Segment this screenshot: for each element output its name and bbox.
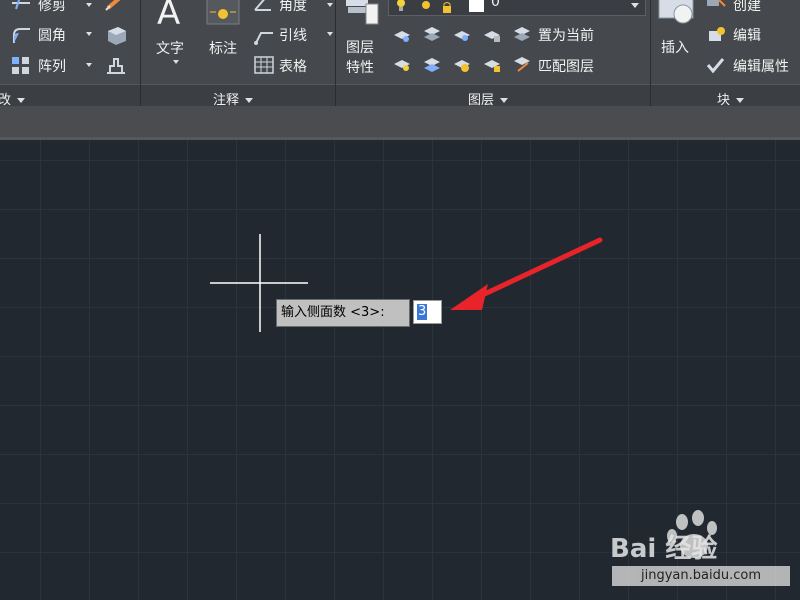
- sides-count-input[interactable]: 3: [413, 300, 442, 324]
- layer-properties-icon[interactable]: [344, 0, 380, 30]
- layer-off-icon[interactable]: [392, 27, 412, 47]
- block-panel-footer[interactable]: 块: [651, 84, 800, 108]
- fillet-label[interactable]: 圆角: [38, 25, 66, 45]
- pencil-icon[interactable]: [104, 0, 128, 16]
- annotation-arrow: [450, 237, 603, 310]
- block-panel: 插入 创建 编辑 编辑属性 块: [651, 0, 800, 108]
- watermark-brand: Bai 经验: [610, 534, 718, 564]
- layers-panel-footer[interactable]: 图层: [336, 84, 650, 108]
- watermark-url: jingyan.baidu.com: [612, 566, 790, 586]
- set-current-label[interactable]: 置为当前: [538, 25, 594, 45]
- table-icon[interactable]: [253, 55, 275, 79]
- set-current-icon[interactable]: [512, 25, 532, 47]
- trim-label[interactable]: 修剪: [38, 0, 66, 15]
- insert-label[interactable]: 插入: [661, 37, 689, 57]
- layer-current-value: 0: [491, 0, 500, 10]
- dimension-button-label[interactable]: 标注: [209, 38, 237, 58]
- svg-text:A: A: [157, 0, 180, 30]
- layer-unlock-icon[interactable]: [482, 56, 502, 78]
- create-block-icon[interactable]: [705, 0, 727, 14]
- insert-block-icon[interactable]: [657, 0, 697, 30]
- offset-icon[interactable]: [104, 54, 128, 80]
- match-layer-label[interactable]: 匹配图层: [538, 56, 594, 76]
- modify-panel-footer[interactable]: 改: [0, 84, 140, 108]
- layer-isolate-icon[interactable]: [422, 25, 442, 47]
- modify-panel: 修剪 圆角 阵列 改: [0, 0, 140, 108]
- match-layer-icon[interactable]: [512, 55, 532, 77]
- text-dropdown-icon[interactable]: [173, 60, 179, 64]
- edit-label[interactable]: 编辑: [733, 25, 761, 45]
- edit-block-icon[interactable]: [705, 25, 727, 47]
- angle-label[interactable]: 角度: [279, 0, 307, 15]
- layer-dropdown-caret: [631, 3, 639, 8]
- layer-properties-label-2[interactable]: 特性: [346, 57, 374, 77]
- table-label[interactable]: 表格: [279, 56, 307, 76]
- array-label[interactable]: 阵列: [38, 56, 66, 76]
- text-icon[interactable]: A: [155, 0, 189, 34]
- array-icon[interactable]: [10, 55, 32, 79]
- trim-icon[interactable]: [10, 0, 32, 15]
- leader-icon[interactable]: [253, 25, 275, 49]
- annotation-panel: A 文字 标注 角度 引线 表格 注释: [141, 0, 335, 108]
- file-tab-bar: [0, 106, 800, 140]
- sides-count-value: 3: [417, 304, 428, 320]
- layer-properties-label-1[interactable]: 图层: [346, 37, 374, 57]
- layer-thaw-icon[interactable]: [452, 56, 472, 78]
- layer-on-icon[interactable]: [392, 56, 412, 78]
- layer-unisolate-icon[interactable]: [422, 56, 442, 78]
- leader-dropdown-icon[interactable]: [327, 32, 333, 36]
- layers-panel: 图层 特性 0 置为当前 匹配图层 图层: [336, 0, 650, 108]
- angle-dropdown-icon[interactable]: [327, 3, 333, 7]
- solid-box-icon[interactable]: [104, 23, 128, 49]
- annotation-panel-footer[interactable]: 注释: [141, 84, 335, 108]
- dimension-icon[interactable]: [206, 0, 240, 30]
- layer-lock-icon[interactable]: [482, 27, 502, 47]
- sun-icon: [419, 0, 433, 16]
- trim-dropdown-icon[interactable]: [86, 3, 92, 7]
- fillet-icon[interactable]: [10, 25, 32, 49]
- text-button-label[interactable]: 文字: [156, 38, 184, 58]
- light-bulb-icon: [395, 0, 407, 16]
- layer-freeze-icon[interactable]: [452, 27, 472, 47]
- array-dropdown-icon[interactable]: [86, 63, 92, 67]
- lock-icon: [441, 0, 453, 17]
- leader-label[interactable]: 引线: [279, 25, 307, 45]
- ribbon: 修剪 圆角 阵列 改 A 文字 标注 角度 引线 表格 注释 图层 特性 0 置…: [0, 0, 800, 108]
- layer-dropdown[interactable]: 0: [388, 0, 646, 16]
- edit-attribute-label[interactable]: 编辑属性: [733, 56, 789, 76]
- layer-color-swatch: [469, 0, 484, 12]
- command-prompt-label: 输入侧面数 <3>:: [276, 299, 410, 327]
- fillet-dropdown-icon[interactable]: [86, 32, 92, 36]
- angle-dimension-icon[interactable]: [253, 0, 275, 16]
- edit-attribute-icon[interactable]: [705, 56, 727, 78]
- create-label[interactable]: 创建: [733, 0, 761, 15]
